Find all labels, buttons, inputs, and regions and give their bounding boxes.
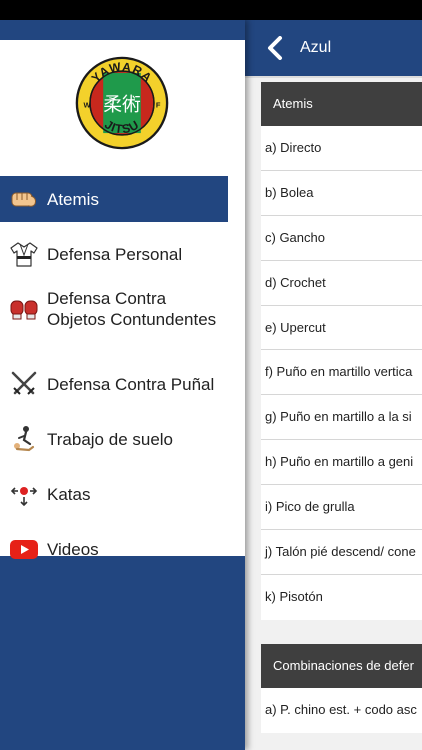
menu-item-videos[interactable]: Videos [0,526,228,572]
menu-label: Videos [47,539,99,559]
youtube-icon [10,540,38,559]
list-item[interactable]: i) Pico de grulla [261,485,422,531]
fist-icon [11,192,36,207]
yawara-jitsu-logo: YAWARA JITSU W F 柔術 [75,56,169,150]
back-chevron-icon[interactable] [267,36,283,60]
section-header: Combinaciones de defer [261,644,422,688]
gi-uniform-icon [10,242,38,267]
list-item[interactable]: h) Puño en martillo a geni [261,440,422,486]
crossed-swords-icon [11,371,37,395]
menu-label: Defensa Personal [47,244,183,264]
list-item[interactable]: a) Directo [261,126,422,171]
section-combinaciones: Combinaciones de defer a) P. chino est. … [261,644,422,733]
header-divider [245,76,422,78]
list-item[interactable]: d) Crochet [261,261,422,306]
list-item[interactable]: k) Pisotón [261,575,422,620]
list-item[interactable]: j) Talón pié descend/ cone [261,530,422,575]
logo-kanji: 柔術 [103,94,141,116]
menu-item-defensa-punal[interactable]: Defensa Contra Puñal [0,361,228,407]
menu-label: Atemis [47,189,99,209]
content-panel: Azul Atemis a) Directo b) Bolea c) Ganch… [245,20,422,750]
list-item[interactable]: f) Puño en martillo vertica [261,350,422,396]
menu-item-atemis[interactable]: Atemis [0,176,228,222]
list-item[interactable]: g) Puño en martillo a la si [261,395,422,441]
menu-label: Katas [47,484,91,504]
drawer-menu-sheet: YAWARA JITSU W F 柔術 Atemis Defensa Perso… [0,40,245,559]
menu-label: Trabajo de suelo [47,429,174,449]
menu-label: Defensa Contra Objetos Contundentes [47,289,217,329]
section-header: Atemis [261,82,422,126]
menu-item-katas[interactable]: Katas [0,471,228,517]
logo-letter-right: F [156,101,161,110]
app-screen: Azul Atemis a) Directo b) Bolea c) Ganch… [0,0,422,750]
menu-label: Defensa Contra Puñal [47,374,215,394]
navigation-drawer: YAWARA JITSU W F 柔術 Atemis Defensa Perso… [0,20,245,750]
list-item[interactable]: a) P. chino est. + codo asc [261,688,422,733]
ground-fighting-icon [14,426,35,452]
top-app-bar: Azul [245,20,422,76]
page-title: Azul [300,39,332,56]
section-atemis: Atemis a) Directo b) Bolea c) Gancho d) … [261,82,422,620]
drawer-top-strip [0,20,245,40]
list-item[interactable]: c) Gancho [261,216,422,261]
menu-item-trabajo-suelo[interactable]: Trabajo de suelo [0,416,228,462]
boxing-gloves-icon [10,300,38,320]
list-item[interactable]: b) Bolea [261,171,422,216]
logo-letter-left: W [83,101,91,110]
menu-item-defensa-personal[interactable]: Defensa Personal [0,231,228,277]
status-bar [0,0,422,20]
list-item[interactable]: e) Upercut [261,306,422,351]
kata-arrows-icon [10,487,38,507]
menu-item-defensa-objetos[interactable]: Defensa Contra Objetos Contundentes [0,276,228,342]
